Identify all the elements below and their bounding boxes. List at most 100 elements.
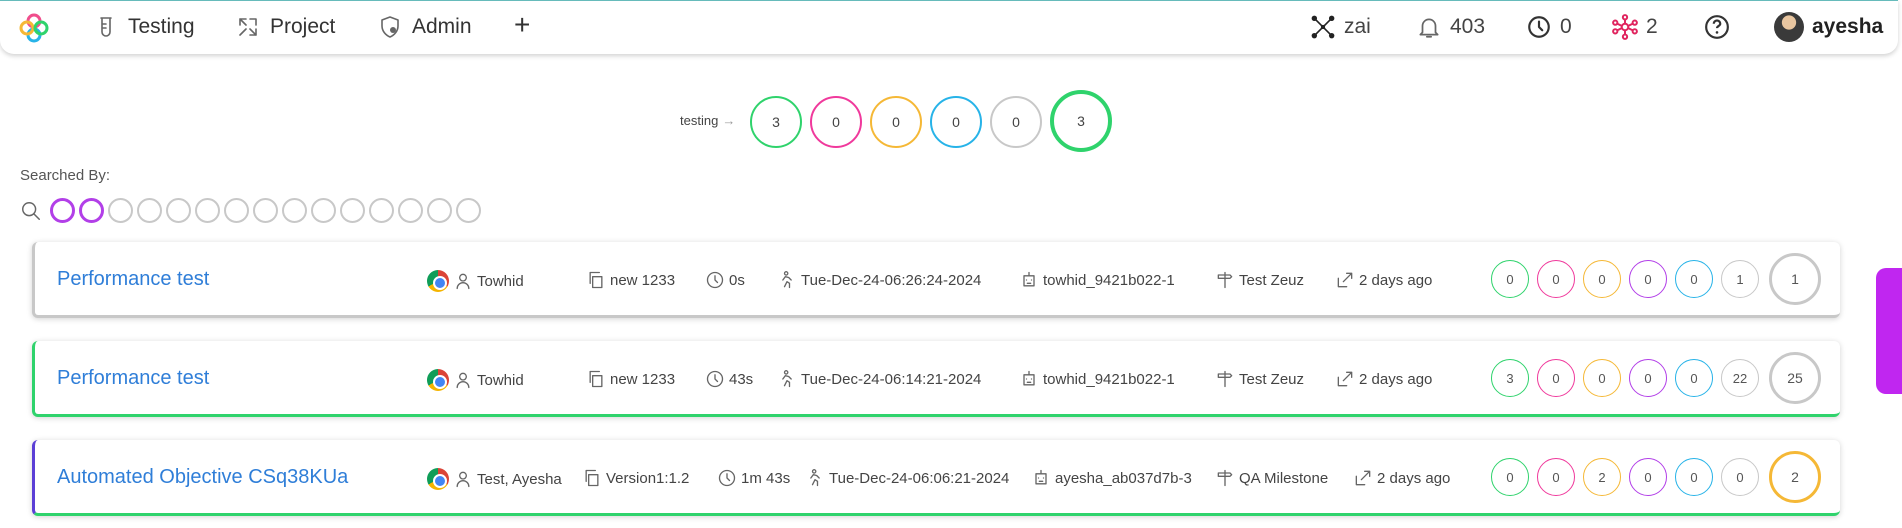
plus-icon: + <box>514 9 531 40</box>
duration-text: 1m 43s <box>741 469 791 487</box>
help-button[interactable] <box>1704 13 1730 41</box>
filter-circle[interactable] <box>369 198 394 223</box>
run-title[interactable]: Performance test <box>57 367 209 390</box>
robot-icon <box>1023 271 1035 287</box>
nav-project[interactable]: Project <box>236 13 335 41</box>
filter-circle[interactable] <box>456 198 481 223</box>
project-icon <box>239 18 257 36</box>
filter-circle[interactable] <box>50 198 75 223</box>
arrow-right-icon: → <box>722 113 736 128</box>
run-status-count[interactable]: 0 <box>1537 359 1575 397</box>
clock-icon <box>1528 16 1550 38</box>
run-status-count[interactable]: 0 <box>1537 458 1575 496</box>
filter-row <box>20 198 481 223</box>
summary-inprogress-count[interactable]: 0 <box>930 96 982 148</box>
version-text: new 1233 <box>610 271 676 289</box>
filter-circle[interactable] <box>340 198 365 223</box>
notifications-button[interactable]: 403 <box>1416 13 1485 41</box>
robot-icon <box>1035 469 1047 485</box>
run-status-count[interactable]: 0 <box>1629 458 1667 496</box>
filter-circle[interactable] <box>195 198 220 223</box>
created-text: 2 days ago <box>1377 469 1451 487</box>
summary-failed-count[interactable]: 0 <box>810 96 862 148</box>
network-nodes-icon <box>1311 15 1335 39</box>
run-total-count[interactable]: 25 <box>1769 352 1821 404</box>
workspace-selector[interactable]: zai <box>1310 13 1371 41</box>
filter-circle[interactable] <box>108 198 133 223</box>
created-text: 2 days ago <box>1359 370 1433 388</box>
summary-label-text: testing <box>680 113 719 128</box>
run-icon <box>810 469 820 487</box>
run-status-count[interactable]: 0 <box>1629 260 1667 298</box>
run-status-count[interactable]: 0 <box>1537 260 1575 298</box>
pending-count: 0 <box>1560 15 1572 38</box>
user-menu[interactable]: ayesha <box>1774 12 1883 42</box>
summary-blocked-count[interactable]: 0 <box>870 96 922 148</box>
run-status-count[interactable]: 0 <box>1491 458 1529 496</box>
test-run-card[interactable]: Automated Objective CSq38KUa Test, Ayesh… <box>32 440 1840 516</box>
nav-testing[interactable]: Testing <box>94 13 195 41</box>
run-status-count[interactable]: 1 <box>1721 260 1759 298</box>
summary-passed-count[interactable]: 3 <box>750 96 802 148</box>
filter-circle[interactable] <box>166 198 191 223</box>
filter-circle[interactable] <box>137 198 162 223</box>
assignee-name: Towhid <box>477 371 524 389</box>
robot-icon <box>1023 370 1035 386</box>
run-status-count[interactable]: 0 <box>1583 260 1621 298</box>
run-icon <box>782 370 792 388</box>
started-text: Tue-Dec-24-06:14:21-2024 <box>801 370 982 388</box>
run-status-count[interactable]: 2 <box>1583 458 1621 496</box>
filter-circle[interactable] <box>282 198 307 223</box>
search-icon[interactable] <box>20 200 42 222</box>
run-status-count[interactable]: 0 <box>1629 359 1667 397</box>
integrations-button[interactable]: 2 <box>1612 13 1658 41</box>
nav-admin-label: Admin <box>412 15 472 38</box>
run-total-count[interactable]: 1 <box>1769 253 1821 305</box>
filter-circle[interactable] <box>427 198 452 223</box>
run-total-count[interactable]: 2 <box>1769 451 1821 503</box>
nav-admin[interactable]: Admin <box>378 13 472 41</box>
run-status-count[interactable]: 0 <box>1721 458 1759 496</box>
run-version: Version1:1.2 <box>582 468 689 488</box>
shield-user-icon <box>381 16 399 38</box>
run-started: Tue-Dec-24-06:06:21-2024 <box>805 468 1009 488</box>
test-run-card[interactable]: Performance test Towhid new 1233 0s Tue-… <box>32 242 1840 318</box>
run-created: 2 days ago <box>1335 270 1432 290</box>
machine-text: towhid_9421b022-1 <box>1043 271 1175 289</box>
started-text: Tue-Dec-24-06:06:21-2024 <box>829 469 1010 487</box>
summary-skipped-count[interactable]: 0 <box>990 96 1042 148</box>
filter-circle[interactable] <box>398 198 423 223</box>
filter-circle[interactable] <box>79 198 104 223</box>
clock-icon <box>718 469 736 487</box>
signpost-icon <box>1217 370 1233 388</box>
test-run-card[interactable]: Performance test Towhid new 1233 43s Tue… <box>32 341 1840 417</box>
workspace-name: zai <box>1344 15 1371 38</box>
run-status-count[interactable]: 3 <box>1491 359 1529 397</box>
run-title[interactable]: Performance test <box>57 268 209 291</box>
filter-circle[interactable] <box>311 198 336 223</box>
run-assignee: Towhid <box>427 270 524 292</box>
run-title[interactable]: Automated Objective CSq38KUa <box>57 466 348 489</box>
run-status-count[interactable]: 0 <box>1583 359 1621 397</box>
run-milestone: QA Milestone <box>1215 468 1328 488</box>
filter-circle[interactable] <box>224 198 249 223</box>
duration-text: 43s <box>729 370 754 388</box>
export-icon <box>1355 470 1371 486</box>
run-duration: 1m 43s <box>717 468 790 488</box>
run-status-count[interactable]: 22 <box>1721 359 1759 397</box>
clock-icon <box>706 370 724 388</box>
app-logo-icon[interactable] <box>18 12 50 44</box>
run-status-count[interactable]: 0 <box>1675 359 1713 397</box>
filter-circle[interactable] <box>253 198 278 223</box>
run-status-count[interactable]: 0 <box>1491 260 1529 298</box>
export-icon <box>1337 272 1353 288</box>
run-status-count[interactable]: 0 <box>1675 260 1713 298</box>
add-nav-button[interactable]: + <box>514 9 531 40</box>
side-drawer-tab[interactable] <box>1876 268 1902 394</box>
pending-button[interactable]: 0 <box>1526 13 1572 41</box>
run-icon <box>782 271 792 289</box>
milestone-text: QA Milestone <box>1239 469 1329 487</box>
summary-total-count[interactable]: 3 <box>1050 90 1112 152</box>
version-text: Version1:1.2 <box>606 469 690 487</box>
run-status-count[interactable]: 0 <box>1675 458 1713 496</box>
